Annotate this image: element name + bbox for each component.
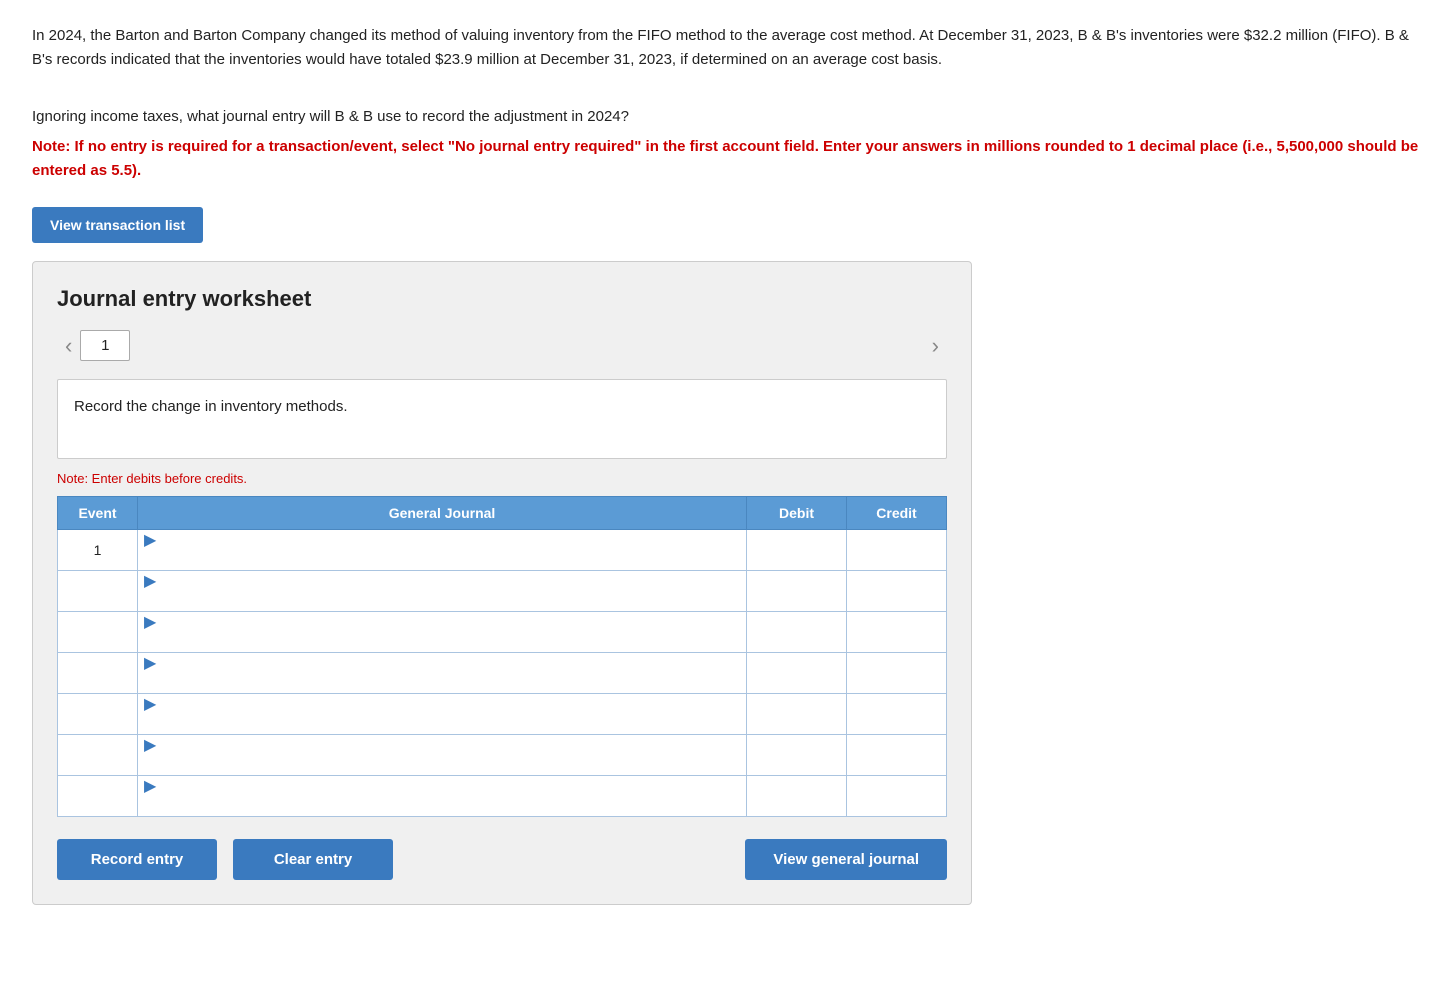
intro-paragraph1: In 2024, the Barton and Barton Company c…	[32, 24, 1421, 72]
row-arrow-indicator: ▶	[144, 571, 156, 591]
worksheet-title: Journal entry worksheet	[57, 286, 947, 312]
view-transaction-button[interactable]: View transaction list	[32, 207, 203, 243]
table-cell-journal[interactable]: ▶	[138, 694, 747, 735]
col-header-debit: Debit	[747, 497, 847, 530]
table-cell-credit[interactable]	[847, 612, 947, 653]
row-arrow-indicator: ▶	[144, 776, 156, 796]
debit-input[interactable]	[753, 745, 840, 765]
view-general-journal-button[interactable]: View general journal	[745, 839, 947, 880]
table-cell-journal[interactable]: ▶	[138, 776, 747, 817]
journal-entry-input[interactable]	[144, 755, 740, 775]
nav-row: ‹ 1 ›	[57, 330, 947, 361]
debit-input[interactable]	[753, 581, 840, 601]
question-text: Ignoring income taxes, what journal entr…	[32, 105, 1421, 129]
table-cell-credit[interactable]	[847, 571, 947, 612]
journal-entry-input[interactable]	[144, 632, 740, 652]
table-cell-journal[interactable]: ▶	[138, 530, 747, 571]
debit-input[interactable]	[753, 704, 840, 724]
table-row: ▶	[58, 776, 947, 817]
credit-input[interactable]	[853, 581, 940, 601]
record-entry-button[interactable]: Record entry	[57, 839, 217, 880]
description-box: Record the change in inventory methods.	[57, 379, 947, 459]
table-row: 1▶	[58, 530, 947, 571]
journal-entry-input[interactable]	[144, 796, 740, 816]
table-cell-event	[58, 653, 138, 694]
table-cell-event: 1	[58, 530, 138, 571]
table-cell-credit[interactable]	[847, 735, 947, 776]
row-arrow-indicator: ▶	[144, 735, 156, 755]
journal-entry-input[interactable]	[144, 673, 740, 693]
debit-input[interactable]	[753, 540, 840, 560]
table-cell-journal[interactable]: ▶	[138, 653, 747, 694]
credit-input[interactable]	[853, 622, 940, 642]
journal-entry-input[interactable]	[144, 591, 740, 611]
debit-input[interactable]	[753, 622, 840, 642]
table-cell-journal[interactable]: ▶	[138, 735, 747, 776]
table-cell-event	[58, 735, 138, 776]
row-arrow-indicator: ▶	[144, 612, 156, 632]
table-cell-journal[interactable]: ▶	[138, 571, 747, 612]
table-cell-debit[interactable]	[747, 530, 847, 571]
journal-table: Event General Journal Debit Credit 1▶▶▶▶…	[57, 496, 947, 817]
clear-entry-button[interactable]: Clear entry	[233, 839, 393, 880]
credit-input[interactable]	[853, 704, 940, 724]
debit-input[interactable]	[753, 663, 840, 683]
table-cell-event	[58, 694, 138, 735]
credit-input[interactable]	[853, 663, 940, 683]
table-cell-credit[interactable]	[847, 694, 947, 735]
row-arrow-indicator: ▶	[144, 694, 156, 714]
note-red: Note: If no entry is required for a tran…	[32, 135, 1421, 183]
table-row: ▶	[58, 653, 947, 694]
table-cell-debit[interactable]	[747, 776, 847, 817]
worksheet-container: Journal entry worksheet ‹ 1 › Record the…	[32, 261, 972, 905]
table-cell-event	[58, 612, 138, 653]
table-cell-debit[interactable]	[747, 735, 847, 776]
note-debits: Note: Enter debits before credits.	[57, 471, 947, 486]
prev-tab-button[interactable]: ‹	[57, 331, 80, 361]
credit-input[interactable]	[853, 745, 940, 765]
credit-input[interactable]	[853, 786, 940, 806]
table-cell-debit[interactable]	[747, 694, 847, 735]
table-cell-credit[interactable]	[847, 530, 947, 571]
table-header-row: Event General Journal Debit Credit	[58, 497, 947, 530]
table-row: ▶	[58, 571, 947, 612]
table-cell-debit[interactable]	[747, 571, 847, 612]
table-cell-event	[58, 571, 138, 612]
col-header-credit: Credit	[847, 497, 947, 530]
table-cell-debit[interactable]	[747, 653, 847, 694]
table-row: ▶	[58, 612, 947, 653]
bottom-buttons-row: Record entry Clear entry View general jo…	[57, 839, 947, 880]
next-tab-button[interactable]: ›	[924, 331, 947, 361]
credit-input[interactable]	[853, 540, 940, 560]
journal-entry-input[interactable]	[144, 550, 740, 570]
table-cell-debit[interactable]	[747, 612, 847, 653]
table-row: ▶	[58, 694, 947, 735]
row-arrow-indicator: ▶	[144, 653, 156, 673]
table-cell-event	[58, 776, 138, 817]
tab-number: 1	[80, 330, 130, 361]
col-header-general-journal: General Journal	[138, 497, 747, 530]
table-row: ▶	[58, 735, 947, 776]
debit-input[interactable]	[753, 786, 840, 806]
row-arrow-indicator: ▶	[144, 530, 156, 550]
table-cell-credit[interactable]	[847, 776, 947, 817]
journal-entry-input[interactable]	[144, 714, 740, 734]
col-header-event: Event	[58, 497, 138, 530]
table-cell-journal[interactable]: ▶	[138, 612, 747, 653]
table-cell-credit[interactable]	[847, 653, 947, 694]
